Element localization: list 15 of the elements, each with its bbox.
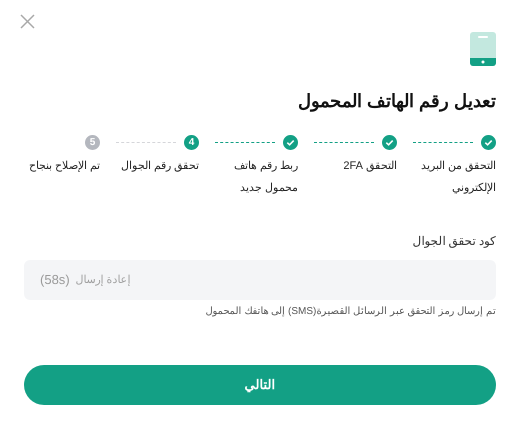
- close-icon[interactable]: [20, 14, 35, 29]
- step-label: تحقق رقم الجوال: [120, 159, 199, 174]
- dialog-title: تعديل رقم الهاتف المحمول: [296, 90, 496, 114]
- field-label: كود تحقق الجوال: [411, 233, 496, 249]
- step-number: 4: [184, 134, 199, 150]
- next-button[interactable]: التالي: [24, 365, 496, 405]
- step-number: 5: [85, 134, 100, 150]
- step-label: التحقق من البريد الإلكتروني: [420, 159, 496, 196]
- hint-text: تم إرسال رمز التحقق عبر الرسائل القصيرة(SMS) إلى هاتفك المحمول: [204, 305, 496, 319]
- countdown-timer: (58s): [40, 271, 70, 290]
- phone-icon: [470, 32, 496, 66]
- step-label: التحقق 2FA: [342, 159, 397, 174]
- step-label: تم الإصلاح بنجاح: [28, 159, 100, 174]
- resend-link[interactable]: إعادة إرسال: [76, 272, 131, 288]
- step-label: ربط رقم هاتف محمول جديد: [232, 159, 298, 196]
